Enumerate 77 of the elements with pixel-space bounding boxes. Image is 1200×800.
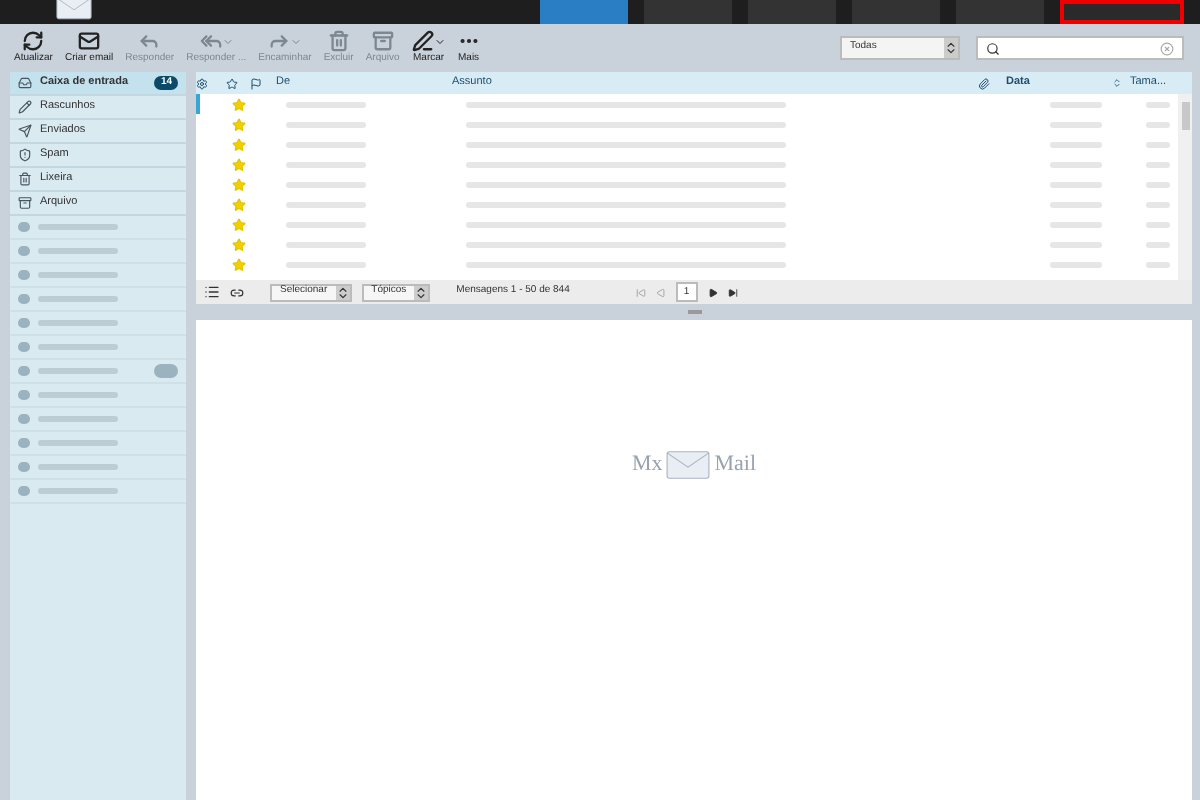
folder-icon — [18, 462, 30, 472]
layout-icon[interactable] — [204, 284, 220, 300]
toolbar-icon — [199, 30, 222, 52]
envelope-icon — [56, 0, 92, 20]
folder-item[interactable] — [10, 456, 186, 480]
star-icon[interactable] — [232, 257, 246, 271]
folder-icon — [18, 342, 30, 352]
folder-item[interactable] — [10, 312, 186, 336]
folder-icon — [18, 486, 30, 496]
toolbar-icon — [78, 30, 101, 52]
star-icon[interactable] — [232, 137, 246, 151]
folder-item[interactable] — [10, 264, 186, 288]
star-icon[interactable] — [232, 97, 246, 111]
first-page-icon[interactable] — [635, 287, 646, 297]
folder-icon — [18, 318, 30, 328]
folder-icon — [18, 196, 32, 210]
folder-item[interactable] — [10, 240, 186, 264]
folder-icon — [18, 390, 30, 400]
star-icon[interactable] — [232, 197, 246, 211]
folder-icon — [18, 172, 32, 186]
threads-icon[interactable] — [230, 285, 244, 299]
star-icon[interactable] — [232, 237, 246, 251]
folder-item[interactable] — [10, 384, 186, 408]
folder-item[interactable] — [10, 288, 186, 312]
flag-icon — [250, 77, 262, 89]
nav-tab[interactable] — [644, 0, 732, 24]
star-icon — [226, 77, 238, 89]
toolbar-icon — [371, 30, 394, 52]
toolbar-icon — [327, 30, 350, 52]
nav-tab[interactable] — [748, 0, 836, 24]
envelope-icon — [666, 449, 711, 480]
logo-text: Mail — [714, 450, 757, 480]
star-icon[interactable] — [232, 157, 246, 171]
settings-icon[interactable] — [196, 77, 208, 89]
nav-tab[interactable] — [540, 0, 628, 24]
clear-icon — [1160, 41, 1174, 55]
folder-icon — [18, 148, 32, 162]
nav-tab[interactable] — [852, 0, 940, 24]
star-icon[interactable] — [232, 177, 246, 191]
folder-item[interactable] — [10, 336, 186, 360]
previous-page-icon[interactable] — [655, 287, 666, 297]
toolbar-icon — [22, 30, 45, 52]
folder-icon — [18, 270, 30, 280]
folder-icon — [18, 438, 30, 448]
next-page-icon[interactable] — [707, 287, 718, 297]
folder-icon — [18, 76, 32, 90]
folder-item[interactable] — [10, 480, 186, 504]
search-field[interactable] — [976, 36, 1184, 60]
caret-icon — [289, 35, 302, 47]
toolbar-icon — [267, 30, 290, 52]
caret-icon — [221, 35, 234, 47]
folder-icon — [18, 294, 30, 304]
folder-icon — [18, 246, 30, 256]
folder-icon — [18, 124, 32, 138]
caret-icon — [433, 35, 446, 47]
splitter-handle[interactable] — [687, 310, 701, 314]
redacted-badge — [154, 364, 178, 378]
nav-tab[interactable] — [956, 0, 1044, 24]
paperclip-icon — [978, 77, 990, 89]
folder-item[interactable] — [10, 408, 186, 432]
last-page-icon[interactable] — [727, 287, 738, 297]
folder-item[interactable] — [10, 432, 186, 456]
star-icon[interactable] — [232, 217, 246, 231]
folder-icon — [18, 414, 30, 424]
upgrade-button[interactable] — [1060, 0, 1184, 24]
sort-icon — [1112, 78, 1122, 88]
search-icon — [986, 41, 1000, 55]
folder-item[interactable] — [10, 216, 186, 240]
toolbar-icon — [411, 30, 434, 52]
folder-icon — [18, 366, 30, 376]
toolbar-icon — [138, 30, 161, 52]
scrollbar[interactable] — [1178, 94, 1192, 280]
folder-icon — [18, 222, 30, 232]
folder-item[interactable] — [10, 360, 186, 384]
star-icon[interactable] — [232, 117, 246, 131]
folder-icon — [18, 100, 32, 114]
logo-text: Mx — [631, 450, 663, 480]
